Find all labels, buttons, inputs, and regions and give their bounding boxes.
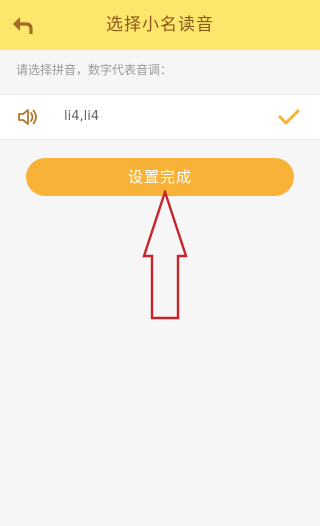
back-arrow-icon <box>13 17 33 34</box>
check-icon <box>278 109 300 125</box>
page-title: 选择小名读音 <box>106 15 214 35</box>
back-button[interactable] <box>10 12 36 38</box>
pinyin-label: li4,li4 <box>64 109 100 124</box>
up-arrow-annotation <box>142 190 188 320</box>
speaker-icon[interactable] <box>17 107 39 127</box>
hint-text: 请选择拼音，数字代表音调： <box>16 63 173 77</box>
top-bar: 选择小名读音 <box>0 0 320 50</box>
pinyin-option-row[interactable]: li4,li4 <box>0 94 320 140</box>
